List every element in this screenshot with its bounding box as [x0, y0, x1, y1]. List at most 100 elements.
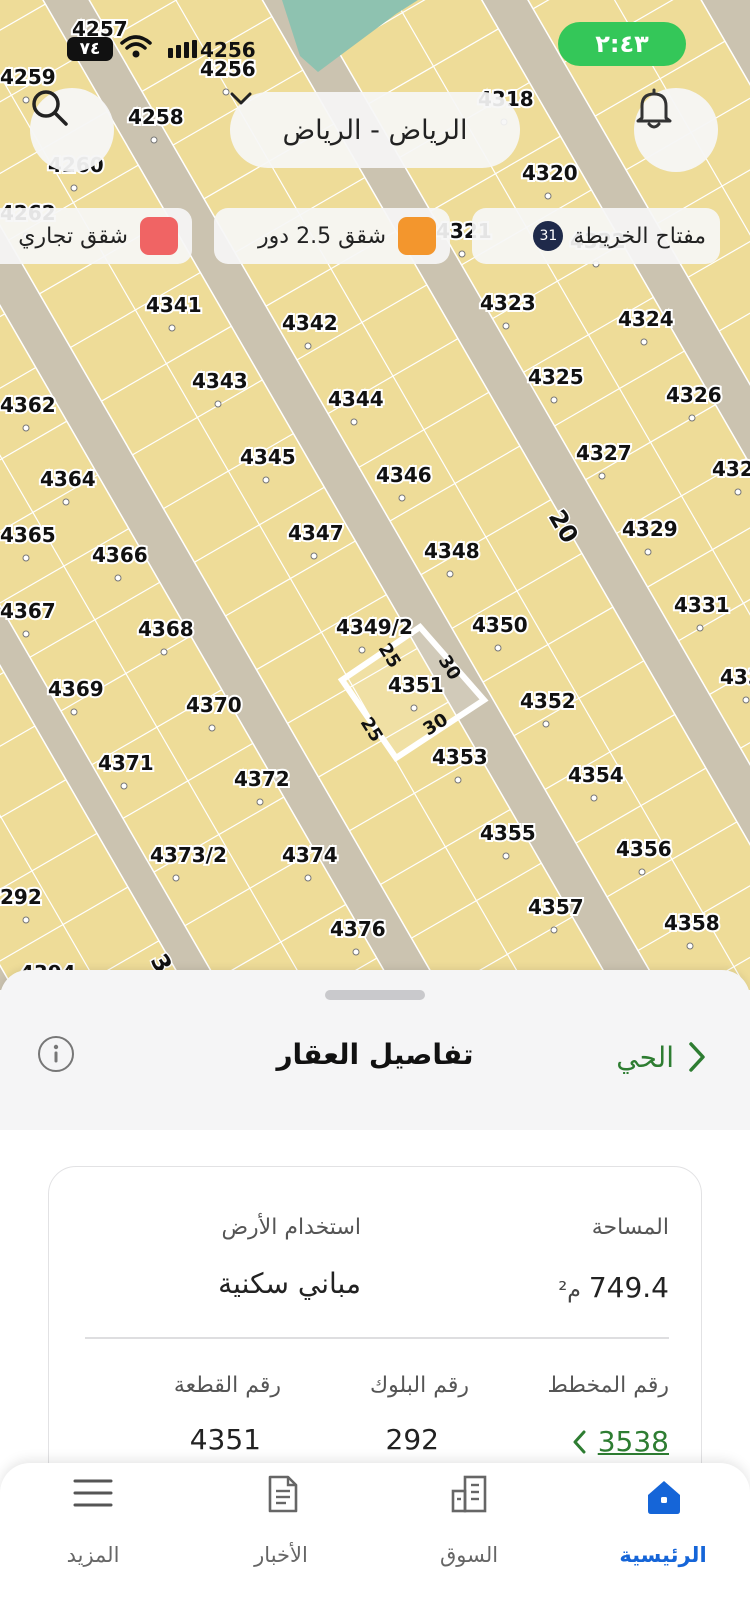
plot-label[interactable]: 4364 [38, 465, 98, 493]
location-selector[interactable]: الرياض - الرياض [230, 92, 520, 168]
plot-number-label: رقم القطعة [173, 1373, 281, 1398]
home-icon [648, 1481, 680, 1514]
plot-label[interactable]: 4326 [664, 381, 724, 409]
plot-label[interactable]: 4325 [526, 363, 586, 391]
plot-label[interactable]: 4346 [374, 461, 434, 489]
bell-icon [636, 88, 672, 129]
map-key-chip[interactable]: مفتاح الخريطة 31 [472, 208, 720, 264]
plot-label[interactable]: 4328 [710, 455, 750, 483]
plot-label[interactable]: 4369 [46, 675, 106, 703]
area-unit: م² [558, 1278, 581, 1303]
plot-marker [172, 874, 180, 882]
plot-label[interactable]: 4345 [238, 443, 298, 471]
plot-marker [502, 852, 510, 860]
notifications-button[interactable] [634, 88, 718, 172]
tab-more-label: المزيد [66, 1543, 120, 1567]
plot-marker [454, 776, 462, 784]
plot-label[interactable]: 4331 [672, 591, 732, 619]
area-value-row: م² 749.4 [558, 1271, 669, 1304]
bottom-tab-bar: الرئيسية السوق الأخبار المزيد [0, 1463, 750, 1623]
area-label: المساحة [591, 1215, 669, 1240]
plot-label[interactable]: 4362 [0, 391, 58, 419]
plot-label[interactable]: 4329 [620, 515, 680, 543]
legend-apartments-25[interactable]: شقق 2.5 دور [214, 208, 450, 264]
plot-marker [256, 798, 264, 806]
plot-label[interactable]: 4365 [0, 521, 58, 549]
plot-marker [640, 338, 648, 346]
plot-label[interactable]: 4357 [526, 893, 586, 921]
status-overlay: 4256 [200, 38, 256, 62]
map-view[interactable]: 4257425942564258426043184320432143224262… [0, 0, 750, 990]
plot-label[interactable]: 4355 [478, 819, 538, 847]
area-value: 749.4 [588, 1271, 669, 1304]
block-number-value: 292 [385, 1423, 439, 1456]
plot-label[interactable]: 4373/2 [148, 841, 229, 869]
plot-marker [304, 874, 312, 882]
info-button[interactable] [38, 1036, 74, 1072]
tab-more[interactable]: المزيد [18, 1463, 168, 1583]
info-icon [53, 1044, 59, 1063]
plot-label[interactable]: 4350 [470, 611, 530, 639]
legend-commercial[interactable]: شقق تجاري [0, 208, 192, 264]
plot-label[interactable]: 4371 [96, 749, 156, 777]
plot-label[interactable]: 4352 [518, 687, 578, 715]
plot-marker [22, 630, 30, 638]
plot-label[interactable]: 4258 [126, 103, 186, 131]
plot-marker [598, 472, 606, 480]
buildings-icon [451, 1475, 487, 1513]
plot-label[interactable]: 4333 [718, 663, 750, 691]
sheet-header: الحي تفاصيل العقار [0, 1010, 750, 1100]
tab-news[interactable]: الأخبار [206, 1463, 356, 1583]
plot-label[interactable]: 4349/2 [334, 613, 415, 641]
plot-label[interactable]: 4344 [326, 385, 386, 413]
plot-label[interactable]: 4356 [614, 835, 674, 863]
plot-marker [160, 648, 168, 656]
plot-label[interactable]: 4341 [144, 291, 204, 319]
tab-market[interactable]: السوق [394, 1463, 544, 1583]
plot-marker [590, 794, 598, 802]
plot-label[interactable]: 4327 [574, 439, 634, 467]
plan-number-link[interactable]: 3538 [572, 1425, 669, 1458]
plot-label[interactable]: 4343 [190, 367, 250, 395]
legend-swatch-red [140, 217, 178, 255]
plot-label[interactable]: 292 [0, 883, 44, 911]
plot-marker [550, 926, 558, 934]
plot-marker [208, 724, 216, 732]
plot-label[interactable]: 4366 [90, 541, 150, 569]
plot-marker [62, 498, 70, 506]
plot-label[interactable]: 4374 [280, 841, 340, 869]
plot-label[interactable]: 4348 [422, 537, 482, 565]
plot-marker [70, 708, 78, 716]
plot-label[interactable]: 4324 [616, 305, 676, 333]
plot-label[interactable]: 4342 [280, 309, 340, 337]
plot-label[interactable]: 4323 [478, 289, 538, 317]
plot-label[interactable]: 4370 [184, 691, 244, 719]
plot-label[interactable]: 4368 [136, 615, 196, 643]
land-use-label: استخدام الأرض [221, 1215, 361, 1240]
tab-home[interactable]: الرئيسية [588, 1463, 738, 1583]
wifi-icon [120, 34, 152, 60]
plot-label[interactable]: 4347 [286, 519, 346, 547]
search-button[interactable] [30, 88, 114, 172]
plot-label[interactable]: 4354 [566, 761, 626, 789]
block-number-label: رقم البلوك [369, 1373, 469, 1398]
plot-marker [22, 96, 30, 104]
plot-marker [304, 342, 312, 350]
plot-label[interactable]: 4367 [0, 597, 58, 625]
plot-marker [686, 942, 694, 950]
plot-label[interactable]: 4376 [328, 915, 388, 943]
plot-label[interactable]: 4358 [662, 909, 722, 937]
plot-marker [310, 552, 318, 560]
sheet-drag-handle[interactable] [325, 990, 425, 1000]
plot-label[interactable]: 4351 [386, 671, 446, 699]
plot-marker [22, 424, 30, 432]
news-icon [268, 1475, 298, 1513]
plot-marker [458, 250, 466, 258]
plot-label[interactable]: 4372 [232, 765, 292, 793]
plot-marker [352, 948, 360, 956]
plot-label[interactable]: 4320 [520, 159, 580, 187]
tab-news-label: الأخبار [254, 1543, 308, 1567]
plot-label[interactable]: 4259 [0, 63, 58, 91]
plot-label[interactable]: 4353 [430, 743, 490, 771]
plot-number-value: 4351 [189, 1423, 261, 1456]
